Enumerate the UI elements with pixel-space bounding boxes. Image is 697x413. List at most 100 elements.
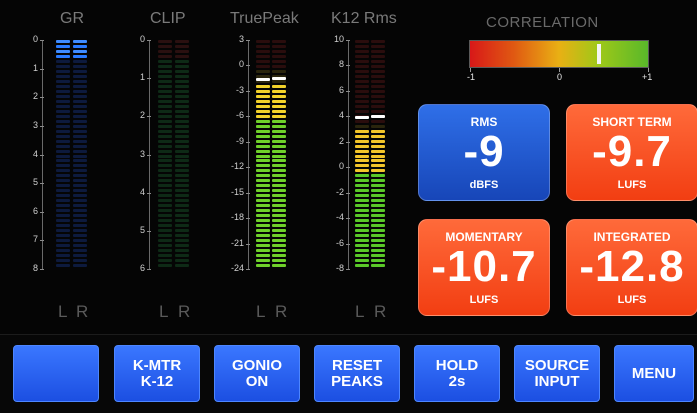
k12-segment [355, 49, 369, 53]
gr-scale-tick [40, 211, 44, 213]
k12-segment [355, 184, 369, 188]
truepeak-segment [256, 119, 270, 123]
clip-segment [158, 114, 172, 118]
truepeak-scale-tick [246, 141, 250, 143]
clip-segment [158, 224, 172, 228]
clip-segment [175, 114, 189, 118]
gr-segment [56, 194, 70, 198]
gr-segment [56, 174, 70, 178]
k12-left-channel-bar [355, 40, 369, 269]
gr-segment [73, 84, 87, 88]
truepeak-segment [272, 94, 286, 98]
blank-button[interactable] [13, 345, 99, 402]
gr-segment [56, 249, 70, 253]
clip-segment [158, 229, 172, 233]
truepeak-segment [256, 224, 270, 228]
reset-value: PEAKS [331, 372, 383, 390]
clip-segment [158, 194, 172, 198]
gr-segment [73, 234, 87, 238]
truepeak-segment [256, 254, 270, 258]
menu-button[interactable]: MENU [614, 345, 694, 402]
k12-segment [355, 209, 369, 213]
k12-segment [355, 264, 369, 268]
clip-segment [175, 199, 189, 203]
truepeak-scale-label: -12 [230, 161, 244, 172]
k12-segment [371, 89, 385, 93]
integrated-readout[interactable]: INTEGRATED -12.8 LUFS [566, 219, 697, 316]
gr-segment [73, 79, 87, 83]
reset-peaks-button[interactable]: RESET PEAKS [314, 345, 400, 402]
clip-segment [158, 179, 172, 183]
truepeak-segment [272, 139, 286, 143]
gr-segment [73, 89, 87, 93]
truepeak-segment [272, 259, 286, 263]
k12-scale-tick [346, 218, 350, 220]
k12-segment [355, 99, 369, 103]
gr-segment [56, 264, 70, 268]
truepeak-right-label: R [275, 302, 288, 321]
k12-segment [355, 249, 369, 253]
k12-segment [371, 129, 385, 133]
k12-scale-label: -4 [335, 212, 344, 223]
k-meter-label: K-MTR [132, 356, 182, 374]
clip-segment [158, 239, 172, 243]
k12-rms-meter: 10 8 6 4 2 0 -2 -4 -6 -8 L R [300, 0, 410, 330]
menu-label: MENU [631, 364, 677, 382]
k12-scale-tick [346, 269, 350, 270]
clip-segment [175, 59, 189, 63]
k12-segment [371, 184, 385, 188]
gr-segment [73, 259, 87, 263]
clip-segment [175, 209, 189, 213]
gr-segment [56, 184, 70, 188]
clip-scale-label: 1 [139, 72, 145, 83]
short-term-value: -9.7 [592, 127, 672, 176]
gr-scale-tick [40, 240, 44, 242]
k12-segment [355, 199, 369, 203]
gr-segment [73, 189, 87, 193]
gr-segment [73, 264, 87, 268]
k12-segment [355, 44, 369, 48]
clip-segment [175, 264, 189, 268]
clip-segment [175, 119, 189, 123]
k12-segment [371, 49, 385, 53]
k12-segment [355, 159, 369, 163]
momentary-readout[interactable]: MOMENTARY -10.7 LUFS [418, 219, 550, 316]
truepeak-segment [272, 154, 286, 158]
gr-scale-tick [40, 154, 44, 156]
clip-segment [175, 219, 189, 223]
truepeak-segment [256, 229, 270, 233]
clip-segment [175, 44, 189, 48]
clip-scale-label: 4 [139, 186, 145, 197]
k12-segment [371, 44, 385, 48]
truepeak-segment [272, 244, 286, 248]
source-button[interactable]: SOURCE INPUT [514, 345, 600, 402]
short-term-readout[interactable]: SHORT TERM -9.7 LUFS [566, 104, 697, 201]
gr-segment [56, 224, 70, 228]
truepeak-segment [256, 104, 270, 108]
clip-scale-tick [147, 40, 151, 41]
gr-segment [73, 104, 87, 108]
gr-segment [56, 149, 70, 153]
truepeak-segment [256, 234, 270, 238]
rms-readout[interactable]: RMS -9 dBFS [418, 104, 550, 201]
truepeak-segment [272, 119, 286, 123]
truepeak-segment [256, 139, 270, 143]
gonio-button[interactable]: GONIO ON [214, 345, 300, 402]
gr-segment [56, 209, 70, 213]
gr-segment [56, 40, 70, 43]
gr-segment [56, 129, 70, 133]
k12-segment [355, 164, 369, 168]
k-meter-button[interactable]: K-MTR K-12 [114, 345, 200, 402]
gr-scale-label: 5 [32, 177, 38, 188]
k12-segment [371, 244, 385, 248]
k12-segment [355, 204, 369, 208]
gr-scale-tick [40, 40, 44, 41]
clip-segment [158, 249, 172, 253]
hold-button[interactable]: HOLD 2s [414, 345, 500, 402]
gr-scale-label: 0 [32, 34, 38, 44]
clip-segment [158, 154, 172, 158]
truepeak-segment [272, 194, 286, 198]
k12-segment [371, 159, 385, 163]
clip-scale-label: 6 [139, 263, 145, 273]
gr-left-label: L [58, 302, 68, 321]
